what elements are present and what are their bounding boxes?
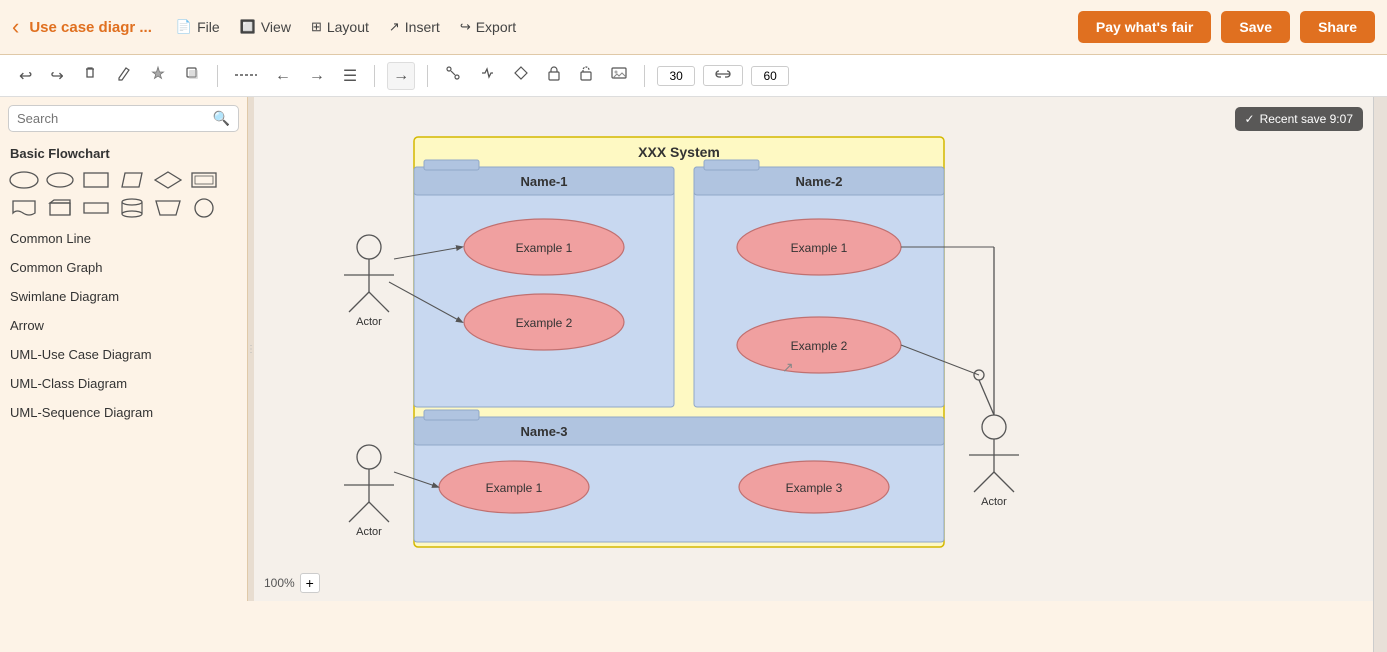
sidebar-item-swimlane[interactable]: Swimlane Diagram [0, 282, 247, 311]
menu-insert[interactable]: ↗ Insert [389, 19, 440, 35]
toolbar-input-1[interactable]: 30 [657, 66, 695, 86]
arrow-right-button[interactable]: → [304, 63, 330, 89]
toolbar-link-button[interactable] [703, 65, 743, 86]
sidebar-item-uml-use-case[interactable]: UML-Use Case Diagram [0, 340, 247, 369]
toolbar-sep-3 [427, 65, 428, 87]
sidebar-item-uml-class[interactable]: UML-Class Diagram [0, 369, 247, 398]
ex2-2: Example 2 [791, 339, 848, 353]
sidebar-item-common-line[interactable]: Common Line [0, 224, 247, 253]
zoom-level: 100% [264, 576, 295, 590]
search-icon: 🔍 [213, 110, 230, 127]
shape-rect-double[interactable] [188, 168, 220, 192]
menu-layout[interactable]: ⊞ Layout [311, 19, 369, 35]
uml-diagram[interactable]: XXX System Name-1 Name-2 Name-3 Example … [314, 127, 1074, 577]
eraser-button[interactable] [508, 61, 534, 90]
lock-button[interactable] [542, 61, 566, 90]
system-title: XXX System [638, 144, 720, 160]
ex1-2: Example 2 [516, 316, 573, 330]
shape-trapezoid[interactable] [152, 196, 184, 220]
right-scrollbar[interactable] [1373, 97, 1387, 652]
shadow-button[interactable] [179, 61, 205, 90]
box1-title: Name-1 [521, 174, 568, 189]
menu-export[interactable]: ↪ Export [460, 19, 516, 35]
actor1-label: Actor [356, 316, 382, 328]
shape-palette [0, 164, 247, 224]
shape-parallelogram[interactable] [116, 168, 148, 192]
ex3-2: Example 3 [786, 481, 843, 495]
canvas-area[interactable]: ✓ Recent save 9:07 XXX System Name-1 Nam… [254, 97, 1373, 601]
toolbar-sep-4 [644, 65, 645, 87]
shape-rect[interactable] [80, 168, 112, 192]
sidebar: 🔍 Basic Flowchart [0, 97, 248, 601]
undo-button[interactable]: ↩ [14, 62, 37, 90]
arrow-indicator: ↗ [782, 359, 794, 375]
sidebar-item-uml-sequence[interactable]: UML-Sequence Diagram [0, 398, 247, 427]
sidebar-item-arrow[interactable]: Arrow [0, 311, 247, 340]
shape-circle[interactable] [188, 196, 220, 220]
view-icon: 🔲 [240, 19, 256, 35]
ex2-1: Example 1 [791, 241, 848, 255]
delete-button[interactable] [77, 61, 103, 90]
section-basic-flowchart: Basic Flowchart [0, 140, 247, 164]
border-dashed-button[interactable] [230, 63, 262, 89]
toolbar: ↩ ↪ ← → ☰ → 30 60 [0, 55, 1387, 97]
shape-rounded-rect[interactable] [44, 168, 76, 192]
diagram-title: Use case diagr ... [29, 19, 152, 36]
menu-file[interactable]: 📄 File [176, 19, 220, 35]
shape-oval[interactable] [8, 168, 40, 192]
pay-button[interactable]: Pay what's fair [1078, 11, 1211, 43]
header: ‹ Use case diagr ... 📄 File 🔲 View ⊞ Lay… [0, 0, 1387, 55]
fill-button[interactable] [145, 61, 171, 90]
shape-3d-rect[interactable] [44, 196, 76, 220]
arrow-left-button[interactable]: ← [270, 63, 296, 89]
redo-button[interactable]: ↪ [45, 62, 68, 90]
file-icon: 📄 [176, 19, 192, 35]
main-area: 🔍 Basic Flowchart [0, 97, 1387, 601]
unlock-button[interactable] [574, 61, 598, 90]
toolbar-input-2[interactable]: 60 [751, 66, 789, 86]
save-check-icon: ✓ [1245, 112, 1255, 126]
shape-doc[interactable] [8, 196, 40, 220]
header-actions: Pay what's fair Save Share [1078, 11, 1375, 43]
shape-cylinder[interactable] [116, 196, 148, 220]
toolbar-sep-1 [217, 65, 218, 87]
export-icon: ↪ [460, 19, 471, 35]
box3-title: Name-3 [521, 424, 568, 439]
recent-save-text: Recent save 9:07 [1260, 112, 1353, 126]
waypoint-button[interactable] [474, 61, 500, 90]
connect-button[interactable] [440, 61, 466, 90]
shape-tape[interactable] [80, 196, 112, 220]
align-button[interactable]: ☰ [338, 62, 362, 90]
image-button[interactable] [606, 61, 632, 90]
ex1-1: Example 1 [516, 241, 573, 255]
zoom-in-button[interactable]: + [300, 573, 320, 593]
search-box[interactable]: 🔍 [8, 105, 239, 132]
actor2-label: Actor [356, 526, 382, 538]
layout-icon: ⊞ [311, 19, 322, 35]
box2-title: Name-2 [796, 174, 843, 189]
menu-view[interactable]: 🔲 View [240, 19, 291, 35]
search-input[interactable] [17, 111, 213, 126]
recent-save-badge: ✓ Recent save 9:07 [1235, 107, 1363, 131]
arrow-line-button[interactable]: → [387, 62, 415, 90]
header-menu: 📄 File 🔲 View ⊞ Layout ↗ Insert ↪ Export [176, 19, 1078, 35]
save-button[interactable]: Save [1221, 11, 1290, 43]
shape-diamond[interactable] [152, 168, 184, 192]
share-button[interactable]: Share [1300, 11, 1375, 43]
ex3-1: Example 1 [486, 481, 543, 495]
sidebar-item-common-graph[interactable]: Common Graph [0, 253, 247, 282]
toolbar-sep-2 [374, 65, 375, 87]
style-button[interactable] [111, 61, 137, 90]
zoom-bar: 100% + [264, 573, 320, 593]
back-button[interactable]: ‹ [12, 14, 19, 40]
insert-icon: ↗ [389, 19, 400, 35]
actor3-label: Actor [981, 496, 1007, 508]
